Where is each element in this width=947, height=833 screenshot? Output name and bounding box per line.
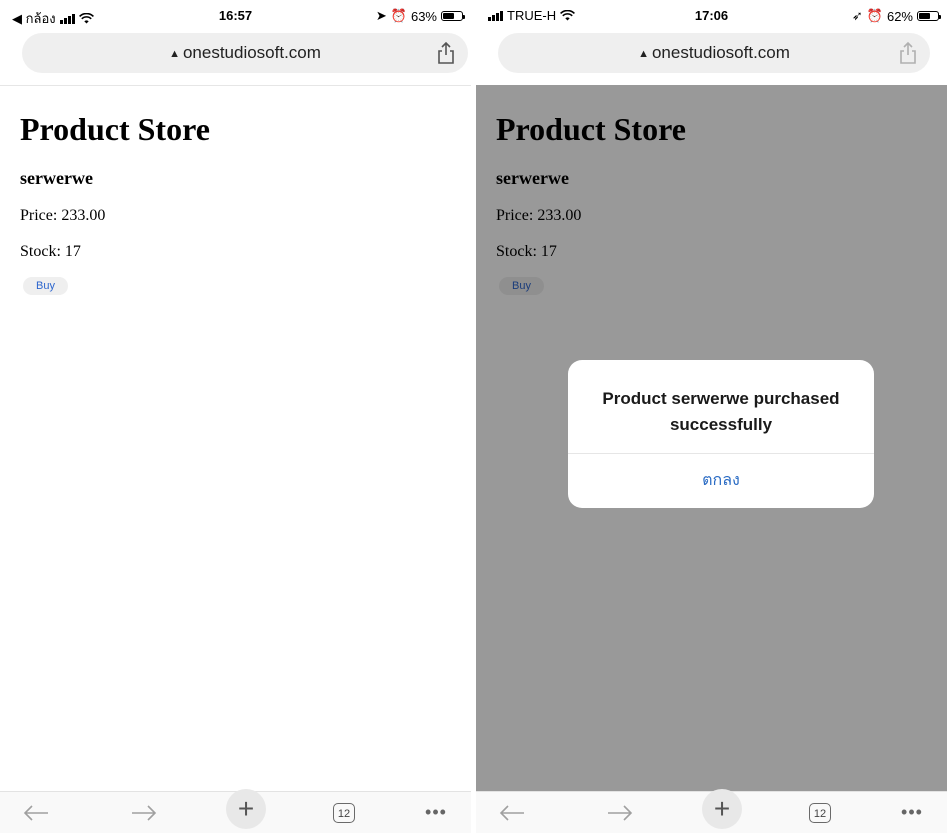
alarm-icon: ⏰ (866, 8, 883, 23)
new-tab-button[interactable]: + (226, 788, 266, 833)
url-text: onestudiosoft.com (651, 43, 790, 62)
more-dots-icon: ••• (425, 802, 447, 822)
browser-toolbar: + 12 ••• (0, 788, 471, 833)
tabs-button[interactable]: 12 (806, 792, 834, 833)
share-icon[interactable] (898, 41, 918, 65)
plus-icon: + (226, 788, 266, 829)
more-button[interactable]: ••• (894, 792, 930, 833)
warning-triangle-icon: ▲ (169, 48, 180, 60)
more-dots-icon: ••• (901, 802, 923, 822)
address-bar[interactable]: ▲ onestudiosoft.com (498, 33, 930, 73)
alert-dialog: Product serwerwe purchased successfully … (568, 360, 874, 508)
arrow-left-icon (499, 804, 524, 821)
location-icon: ➶ (851, 8, 863, 23)
back-button[interactable] (16, 792, 56, 833)
buy-button[interactable]: Buy (23, 277, 68, 295)
battery-percent: 62% (886, 8, 913, 24)
battery-percent: 63% (410, 8, 437, 24)
tabs-count-icon: 12 (809, 802, 831, 823)
location-icon: ➤ (375, 8, 387, 23)
url-text: onestudiosoft.com (182, 43, 321, 62)
browser-toolbar: + 12 ••• (476, 788, 947, 833)
product-price: Price: 233.00 (20, 207, 106, 224)
product-stock: Stock: 17 (20, 243, 81, 260)
back-button[interactable] (492, 792, 532, 833)
warning-triangle-icon: ▲ (638, 48, 649, 60)
tabs-count-icon: 12 (333, 802, 355, 823)
battery-icon (917, 11, 941, 21)
screenshot-pair: ◀ กล้อง 16:57 ➤ ⏰ 63% ▲ onestudiosoft.com… (0, 0, 947, 833)
alert-ok-button[interactable]: ตกลง (568, 453, 874, 508)
battery-icon (441, 11, 465, 21)
alert-message: Product serwerwe purchased successfully (602, 389, 840, 434)
status-bar: TRUE-H 17:06 ➶ ⏰ 62% (476, 0, 947, 30)
alarm-icon: ⏰ (390, 8, 407, 23)
address-bar[interactable]: ▲ onestudiosoft.com (22, 33, 468, 73)
arrow-left-icon (23, 804, 48, 821)
page-content: Product Store serwerwe Price: 233.00 Sto… (20, 95, 210, 295)
share-icon[interactable] (436, 41, 456, 65)
status-bar: ◀ กล้อง 16:57 ➤ ⏰ 63% (0, 0, 471, 30)
divider (0, 85, 471, 86)
phone-screen-left: ◀ กล้อง 16:57 ➤ ⏰ 63% ▲ onestudiosoft.com… (0, 0, 471, 833)
page-title: Product Store (20, 111, 210, 147)
arrow-right-icon (132, 804, 157, 821)
tabs-button[interactable]: 12 (330, 792, 358, 833)
phone-screen-right: TRUE-H 17:06 ➶ ⏰ 62% ▲ onestudiosoft.com … (476, 0, 947, 833)
product-name: serwerwe (20, 168, 93, 188)
plus-icon: + (702, 788, 742, 829)
forward-button[interactable] (124, 792, 164, 833)
new-tab-button[interactable]: + (702, 788, 742, 833)
forward-button[interactable] (600, 792, 640, 833)
arrow-right-icon (608, 804, 633, 821)
more-button[interactable]: ••• (418, 792, 454, 833)
